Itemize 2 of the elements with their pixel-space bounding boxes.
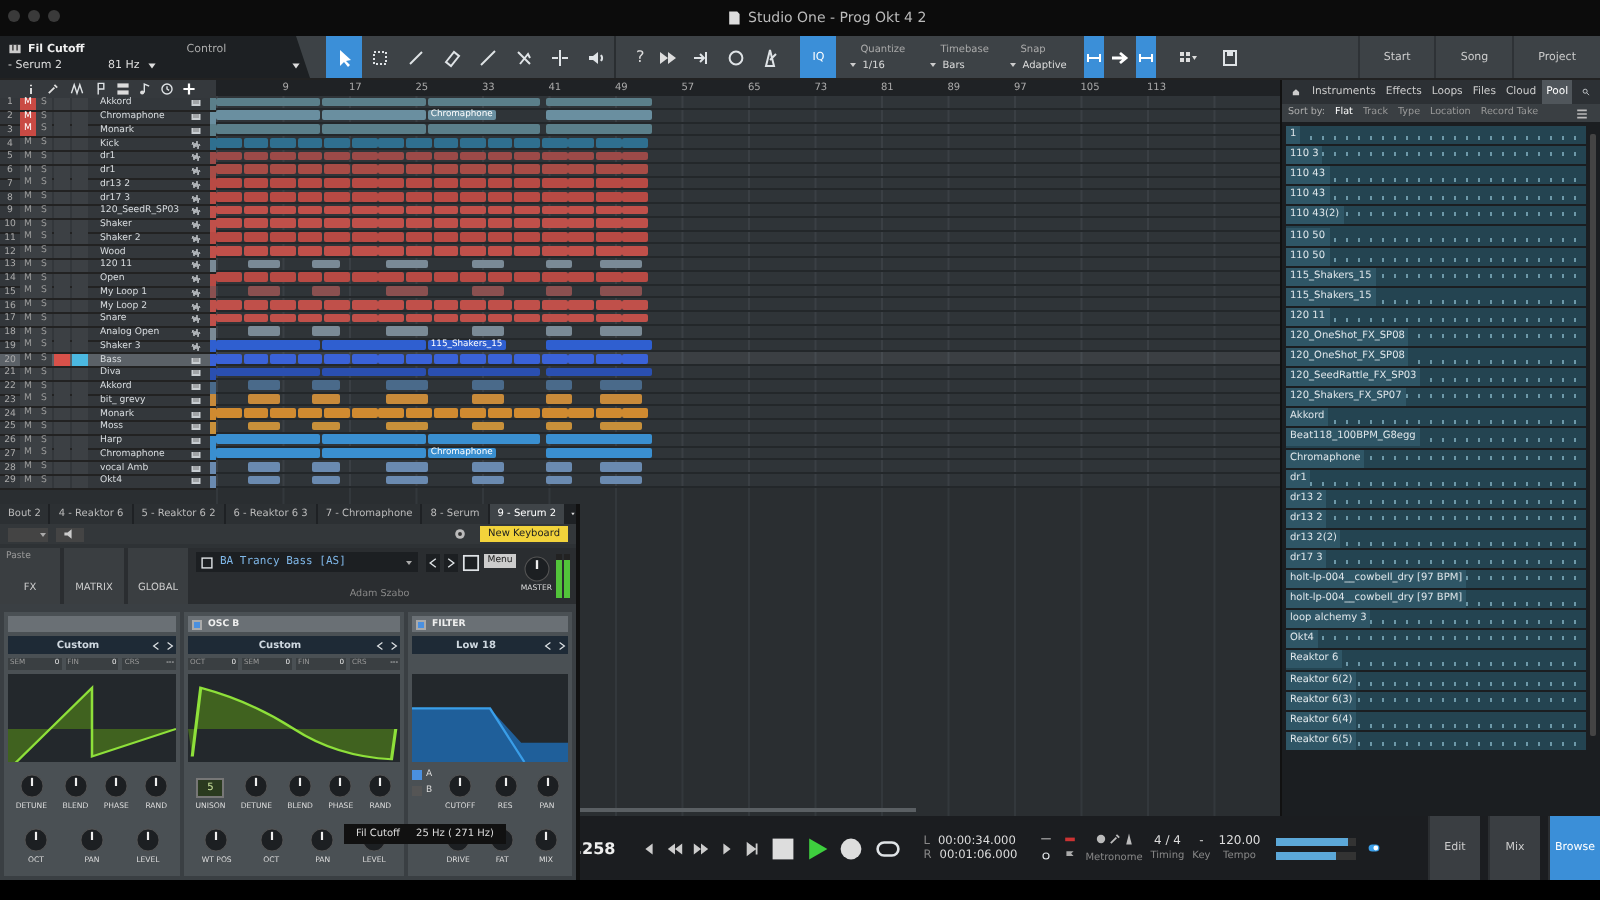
position-readout: .258: [576, 839, 616, 857]
help-button[interactable]: ?: [636, 48, 645, 66]
